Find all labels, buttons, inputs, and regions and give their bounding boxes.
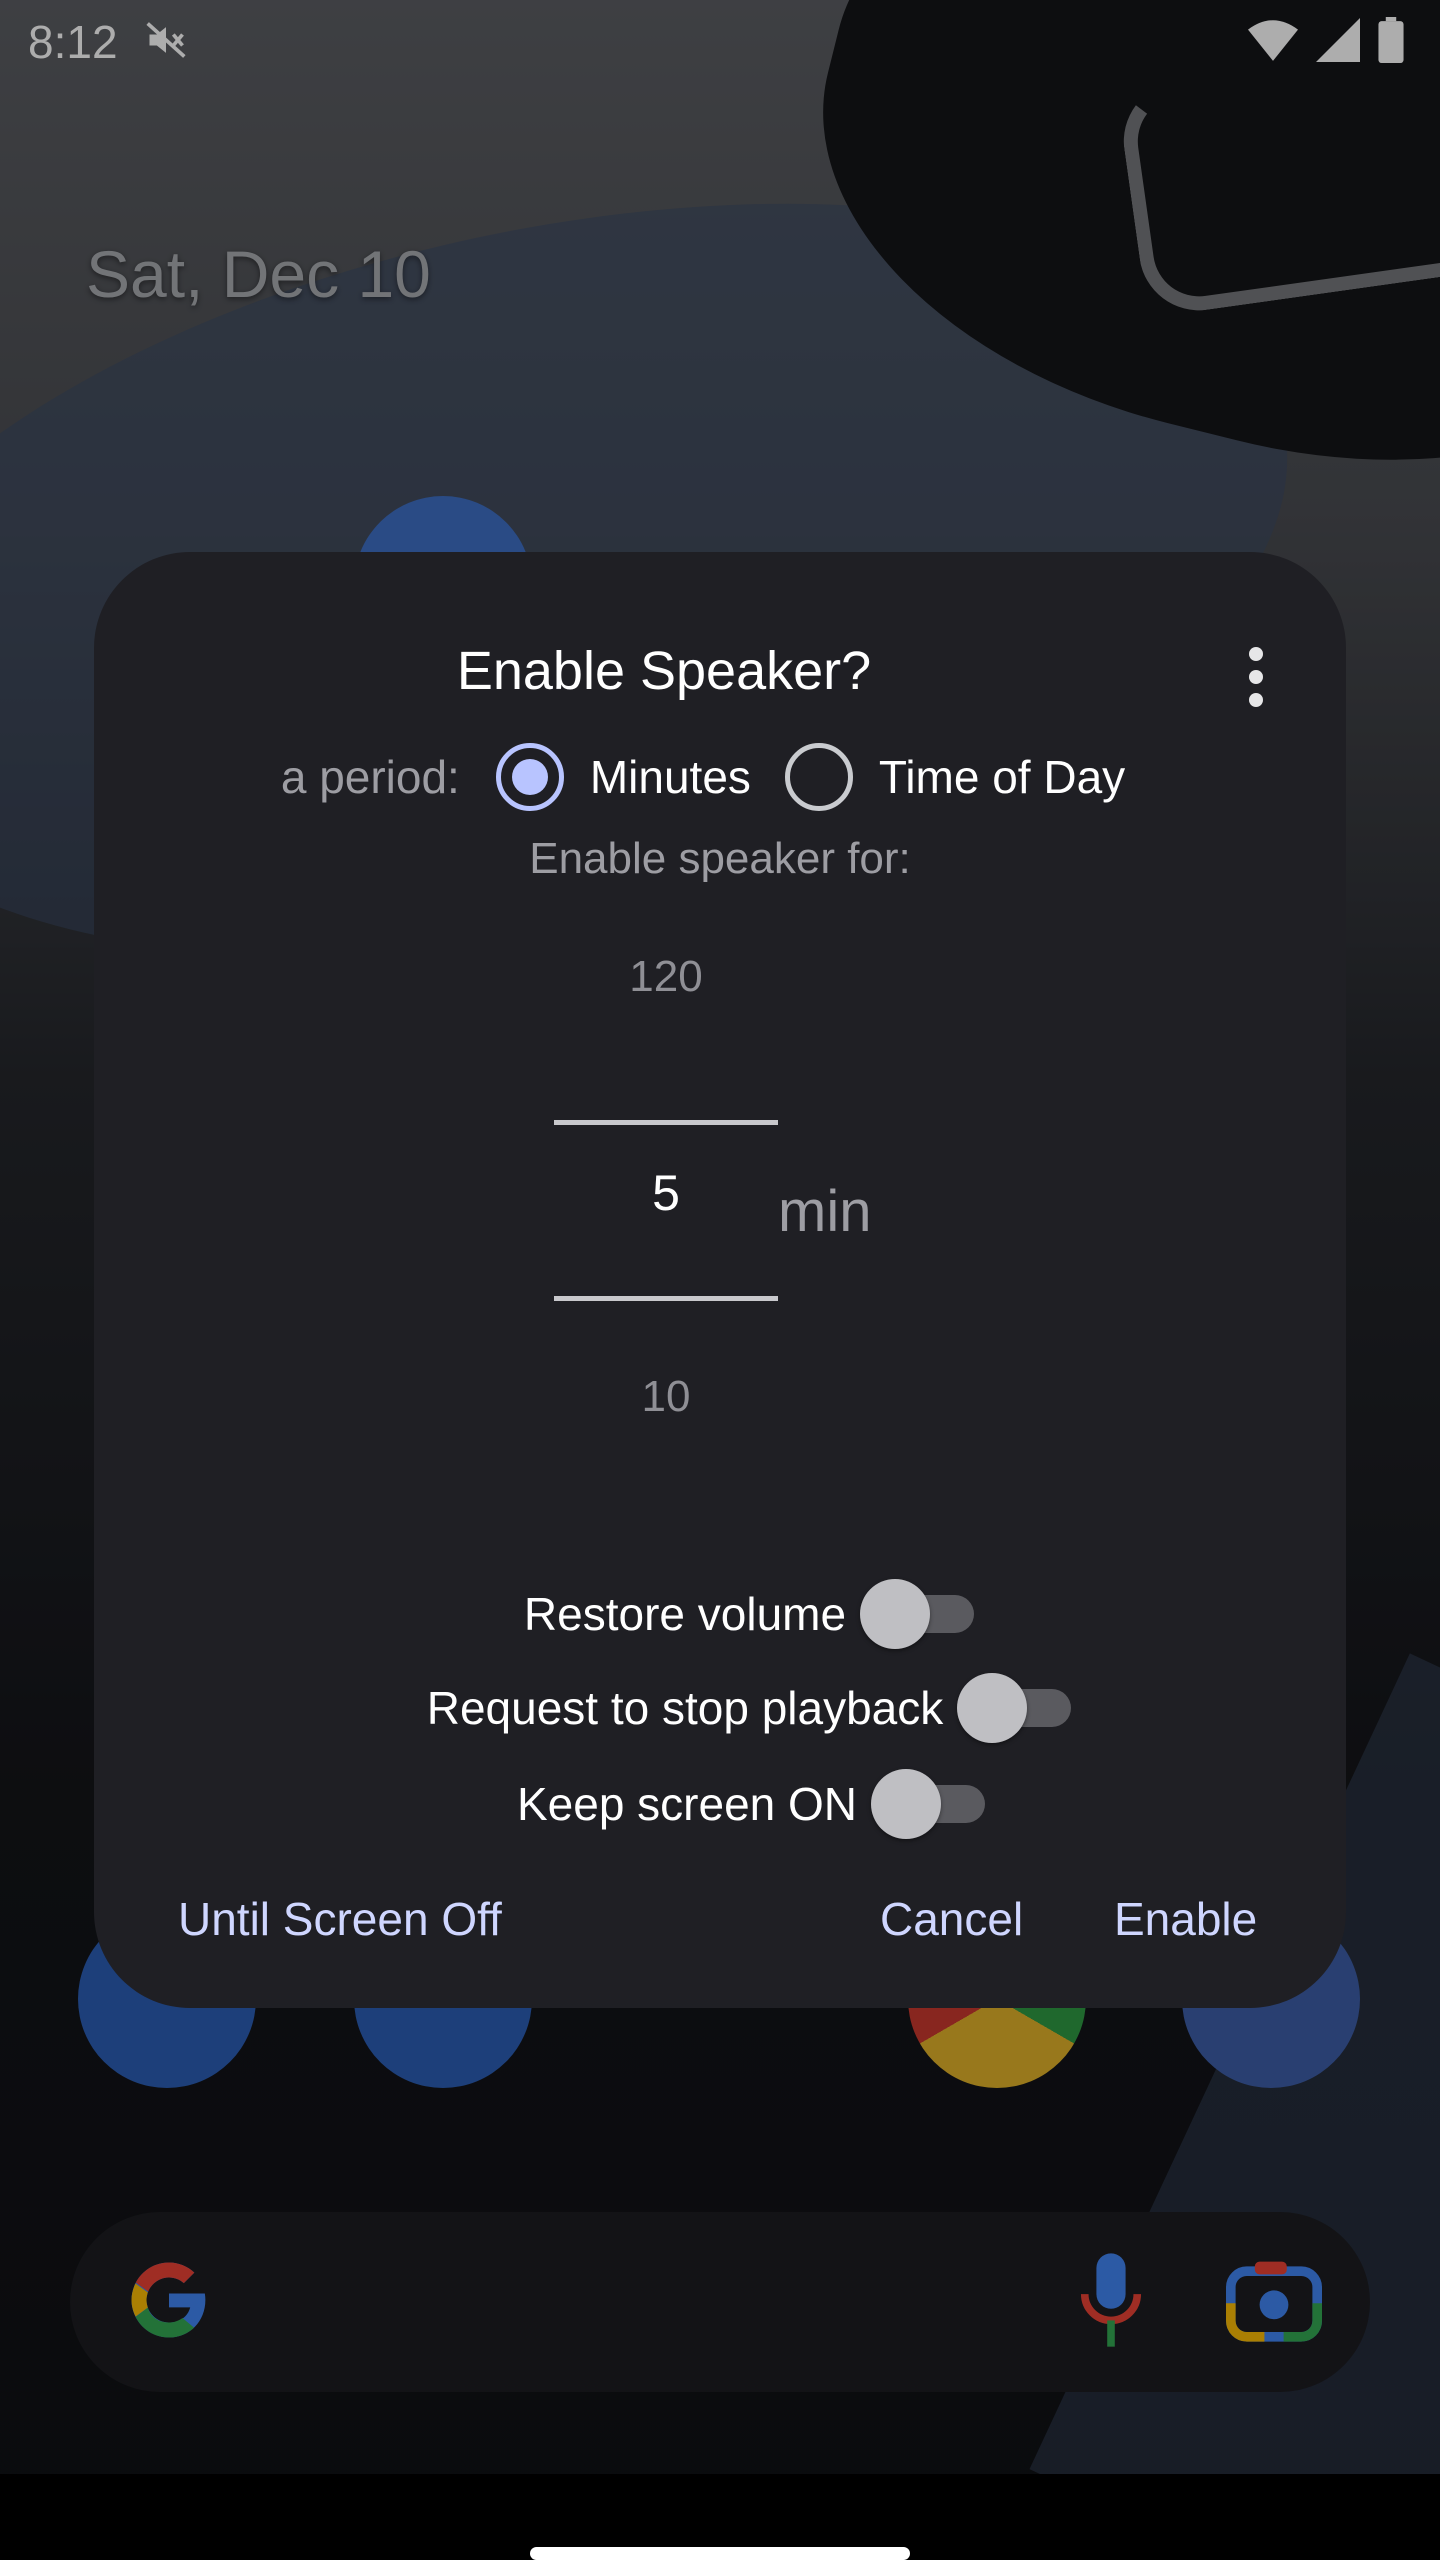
enable-speaker-for-label: Enable speaker for: xyxy=(529,834,911,883)
picker-current-value[interactable]: 5 xyxy=(554,1164,778,1222)
more-options-icon[interactable] xyxy=(1224,632,1288,722)
until-screen-off-button[interactable]: Until Screen Off xyxy=(178,1874,502,1964)
radio-minutes[interactable]: Minutes xyxy=(495,743,751,811)
stop-playback-label: Request to stop playback xyxy=(426,1682,944,1734)
radio-checked-icon xyxy=(495,743,564,811)
keep-screen-on-row[interactable]: Keep screen ON xyxy=(94,1764,1346,1844)
radio-unchecked-icon xyxy=(784,743,853,811)
minutes-number-picker[interactable]: 120 5 10 xyxy=(554,952,778,1512)
stop-playback-row[interactable]: Request to stop playback xyxy=(94,1668,1346,1748)
picker-previous-value[interactable]: 120 xyxy=(554,952,778,1002)
restore-volume-label: Restore volume xyxy=(523,1588,847,1640)
restore-volume-switch[interactable] xyxy=(860,1579,976,1649)
enable-speaker-dialog: Enable Speaker? a period: Minutes Time o… xyxy=(94,552,1346,2008)
period-label: a period: xyxy=(280,751,460,803)
dialog-title: Enable Speaker? xyxy=(456,641,872,701)
cancel-button[interactable]: Cancel xyxy=(880,1874,1023,1964)
home-gesture-handle[interactable] xyxy=(530,2547,910,2560)
radio-time-of-day-label: Time of Day xyxy=(878,751,1126,803)
picker-unit-label: min xyxy=(778,1179,872,1244)
picker-next-value[interactable]: 10 xyxy=(554,1372,778,1422)
keep-screen-on-label: Keep screen ON xyxy=(516,1778,858,1830)
picker-divider-top xyxy=(554,1120,778,1125)
keep-screen-on-switch[interactable] xyxy=(871,1769,987,1839)
radio-time-of-day[interactable]: Time of Day xyxy=(784,743,1126,811)
restore-volume-row[interactable]: Restore volume xyxy=(94,1574,1346,1654)
enable-button[interactable]: Enable xyxy=(1114,1874,1257,1964)
period-selector: a period: Minutes Time of Day xyxy=(94,734,1346,820)
stop-playback-switch[interactable] xyxy=(957,1673,1073,1743)
radio-minutes-label: Minutes xyxy=(589,751,751,803)
picker-divider-bottom xyxy=(554,1296,778,1301)
